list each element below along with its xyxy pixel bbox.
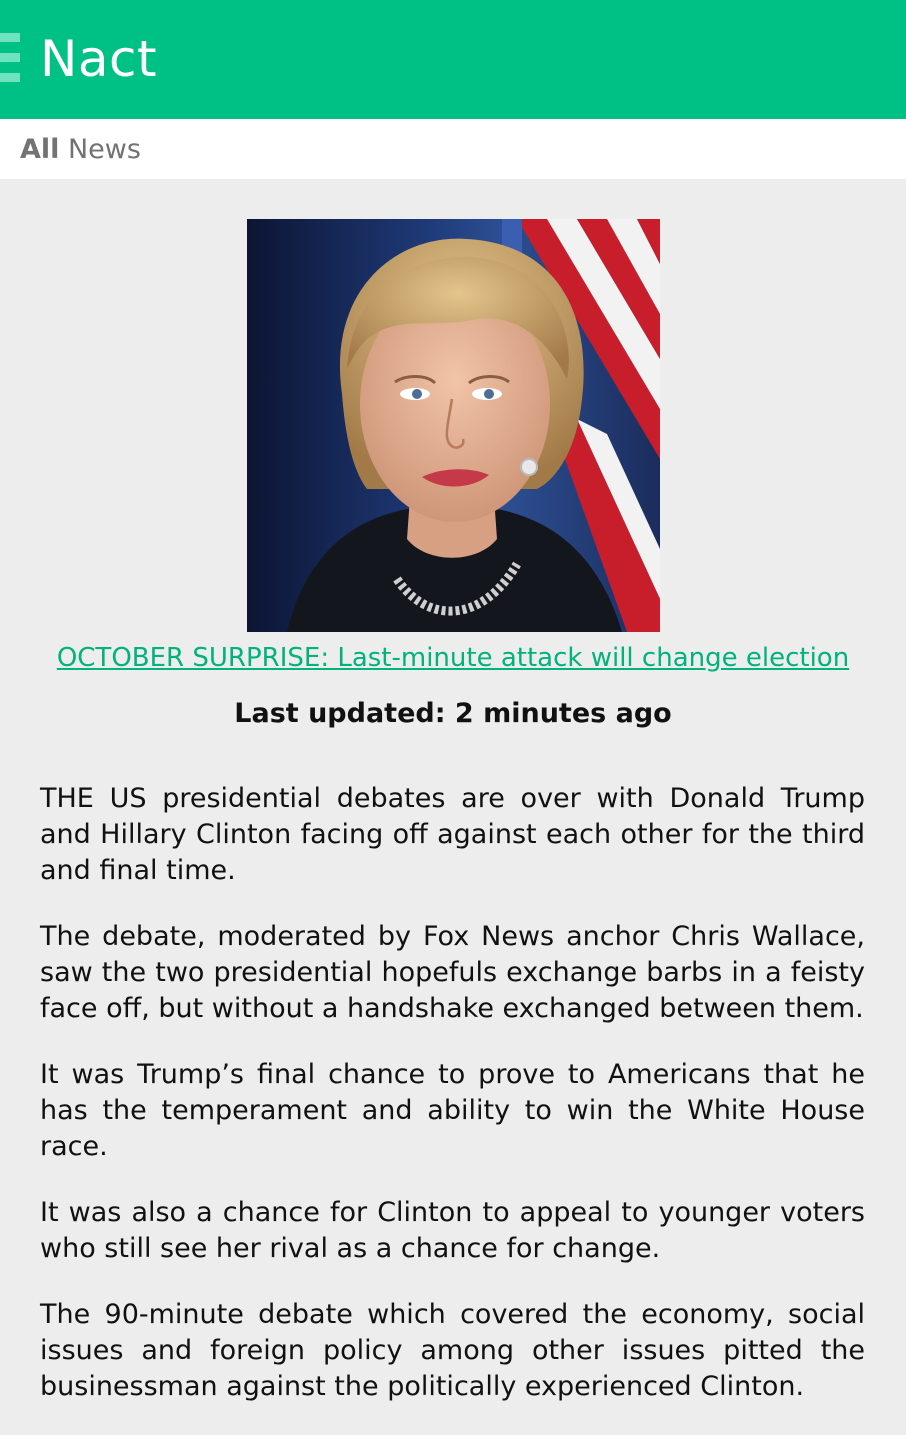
hamburger-menu-icon[interactable] [0, 33, 20, 83]
article-paragraph: It was Trump’s final chance to prove to … [40, 1059, 865, 1162]
app-title: Nact [40, 30, 158, 88]
article-image [247, 219, 660, 632]
last-updated-text: Last updated: 2 minutes ago [234, 698, 672, 729]
section-label-rest: News [59, 134, 141, 165]
article-paragraph: It was also a chance for Clinton to appe… [40, 1197, 865, 1264]
article-headline-link[interactable]: OCTOBER SURPRISE: Last-minute attack wil… [0, 640, 906, 676]
app-header: Nact [0, 0, 906, 119]
section-label-bold: All [20, 134, 60, 165]
article-paragraph: The 90-minute debate which covered the e… [40, 1299, 865, 1402]
article-paragraph: THE US presidential debates are over wit… [40, 783, 865, 886]
article-body: THE US presidential debates are over wit… [40, 781, 865, 1435]
article-paragraph: The debate, moderated by Fox News anchor… [40, 921, 865, 1024]
section-label: All News [20, 130, 141, 170]
